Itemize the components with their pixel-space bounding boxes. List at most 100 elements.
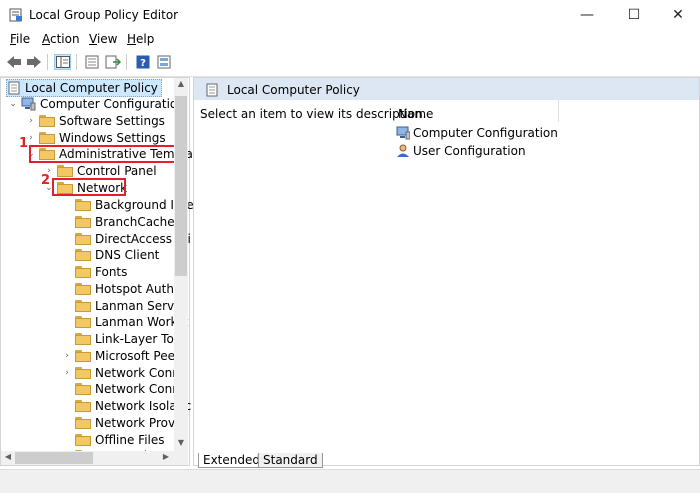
tree-node-network-child[interactable]: Lanman Server <box>62 298 186 314</box>
scroll-up-arrow-icon[interactable]: ▲ <box>175 79 187 91</box>
policy-document-icon <box>8 81 20 95</box>
toolbar-separator <box>47 54 48 70</box>
collapsed-chevron-icon[interactable]: › <box>26 116 36 126</box>
annotation-step1-number: 1 <box>19 136 29 151</box>
folder-icon <box>75 349 91 362</box>
tree-node-network-child[interactable]: Offline Files <box>62 432 165 448</box>
tree-node-network-child[interactable]: Fonts <box>62 264 127 280</box>
maximize-button[interactable]: ☐ <box>611 0 657 30</box>
tree-node-label: Fonts <box>95 265 128 279</box>
description-text: Select an item to view its description. <box>200 107 427 121</box>
tab-extended[interactable]: Extended <box>198 453 265 468</box>
show-hide-tree-button[interactable] <box>54 54 71 70</box>
menu-view[interactable]: View <box>89 32 117 46</box>
tree-node-software-settings[interactable]: › Software Settings <box>26 113 165 129</box>
help-icon: ? <box>136 55 149 69</box>
forward-arrow-icon <box>26 56 41 68</box>
tree-node-label: Lanman Server <box>95 298 187 313</box>
tree-node-network-child[interactable]: › Microsoft Peer- <box>62 348 184 364</box>
scroll-right-arrow-icon[interactable]: ▶ <box>160 452 172 464</box>
filter-options-icon <box>157 55 170 69</box>
maximize-icon: ☐ <box>627 7 641 23</box>
folder-icon <box>75 299 91 312</box>
export-list-button[interactable] <box>104 54 121 70</box>
tree-node-network-child[interactable]: BranchCache <box>62 214 175 230</box>
tree-node-windows-settings[interactable]: › Windows Settings <box>26 130 165 146</box>
tree-node-label: Microsoft Peer- <box>95 348 184 363</box>
back-button[interactable] <box>5 54 22 70</box>
help-button[interactable]: ? <box>134 54 151 70</box>
tree-node-label: Offline Files <box>95 432 165 447</box>
folder-icon <box>75 249 91 262</box>
list-item-label: Computer Configuration <box>413 126 558 140</box>
properties-button[interactable] <box>83 54 100 70</box>
folder-icon <box>75 416 91 429</box>
tree-node-label: Hotspot Auther <box>95 281 187 296</box>
folder-icon <box>39 132 55 144</box>
tree-node-computer-configuration[interactable]: ⌄ Computer Configuration <box>8 96 185 112</box>
toolbar-separator <box>126 54 127 70</box>
tree-node-network-child[interactable]: DNS Client <box>62 247 159 263</box>
menu-view-label: iew <box>96 32 118 46</box>
menu-view-accel: V <box>89 32 97 46</box>
filter-options-button[interactable] <box>155 54 172 70</box>
folder-icon <box>75 366 91 379</box>
column-divider[interactable] <box>558 100 559 122</box>
folder-icon <box>75 316 91 329</box>
minimize-button[interactable]: — <box>564 0 610 30</box>
tree-node-network-child[interactable]: Network Isolatic <box>62 398 191 414</box>
scroll-left-arrow-icon[interactable]: ◀ <box>2 452 14 464</box>
menu-help[interactable]: Help <box>127 32 154 46</box>
list-item-user-configuration[interactable]: User Configuration <box>396 144 526 158</box>
collapsed-chevron-icon[interactable]: › <box>62 351 72 361</box>
column-header-name[interactable]: Name <box>398 107 433 121</box>
export-list-icon <box>105 55 121 69</box>
tree-node-label: Software Settings <box>59 114 165 128</box>
tree-node-control-panel[interactable]: › Control Panel <box>44 163 156 179</box>
menu-file[interactable]: File <box>10 32 30 46</box>
annotation-box-step2 <box>52 178 126 196</box>
policy-document-icon <box>205 83 219 100</box>
forward-button[interactable] <box>25 54 42 70</box>
computer-icon <box>21 97 36 111</box>
tree-node-label: Network Provid <box>95 415 187 430</box>
tree-node-network-child[interactable]: DirectAccess Cli <box>62 231 191 247</box>
folder-icon <box>75 433 91 446</box>
menu-action[interactable]: Action <box>42 32 80 46</box>
expanded-chevron-icon[interactable]: ⌄ <box>8 99 18 109</box>
tree-node-local-computer-policy[interactable]: Local Computer Policy <box>6 79 162 97</box>
tree-node-network-child[interactable]: Link-Layer Topo <box>62 331 189 347</box>
show-hide-tree-icon <box>55 56 70 68</box>
tree-node-label: BranchCache <box>95 214 175 229</box>
tree-node-network-child[interactable]: Lanman Workst <box>62 314 188 330</box>
tree-node-network-child[interactable]: Hotspot Auther <box>62 281 186 297</box>
tree-node-network-child[interactable]: Network Provid <box>62 415 186 431</box>
tree-node-network-child[interactable]: › Network Conne <box>62 365 187 381</box>
folder-icon <box>75 282 91 295</box>
tree-horizontal-scroll-thumb[interactable] <box>15 452 93 464</box>
annotation-step2-number: 2 <box>41 173 51 188</box>
toolbar-separator <box>76 54 77 70</box>
tree-vertical-scroll-thumb[interactable] <box>175 96 187 276</box>
user-icon <box>397 144 409 157</box>
menu-help-accel: H <box>127 32 137 46</box>
collapsed-chevron-icon[interactable]: › <box>62 368 72 378</box>
scroll-down-arrow-icon[interactable]: ▼ <box>175 438 187 450</box>
menu-help-label: elp <box>136 32 155 46</box>
computer-icon <box>396 126 410 140</box>
tree-node-network-child[interactable]: Network Conne <box>62 381 187 397</box>
minimize-icon: — <box>580 7 594 23</box>
details-pane-title: Local Computer Policy <box>227 83 360 97</box>
menu-action-accel: A <box>42 32 50 46</box>
folder-icon <box>75 215 91 228</box>
list-item-computer-configuration[interactable]: Computer Configuration <box>396 126 558 140</box>
close-button[interactable]: ✕ <box>655 0 700 30</box>
tab-standard[interactable]: Standard <box>258 453 323 468</box>
